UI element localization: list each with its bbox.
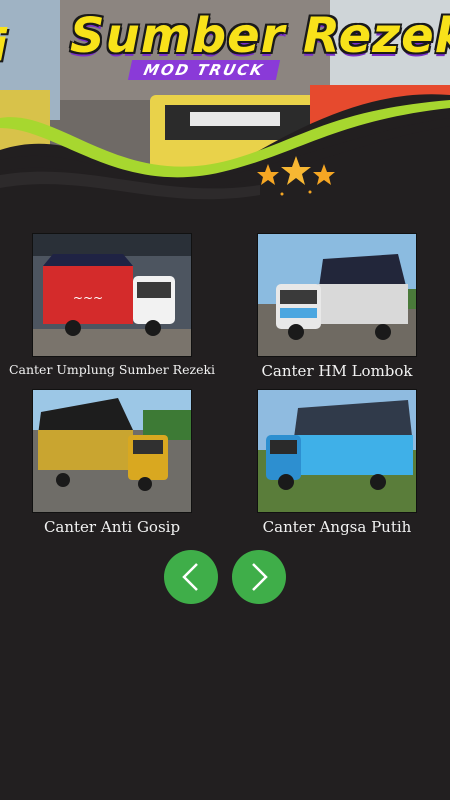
mod-label: Canter Umplung Sumber Rezeki <box>8 362 216 377</box>
mod-card-2[interactable]: Canter HM Lombok <box>225 233 449 380</box>
banner-subtitle: MOD TRUCK <box>127 60 281 80</box>
banner-title: Sumber Rezeki <box>70 8 450 64</box>
chevron-left-icon <box>182 563 198 591</box>
header-banner: i Sumber Rezeki MOD TRUCK <box>0 0 450 215</box>
mod-label: Canter Angsa Putih <box>262 518 412 536</box>
banner-left-logo: i <box>0 20 7 71</box>
svg-text:~~~: ~~~ <box>73 291 103 305</box>
truck-thumbnail-icon: ~~~ <box>32 233 192 357</box>
previous-button[interactable] <box>164 550 218 604</box>
chevron-right-icon <box>252 563 268 591</box>
next-button[interactable] <box>232 550 286 604</box>
mod-label: Canter HM Lombok <box>261 362 413 380</box>
mod-label: Canter Anti Gosip <box>43 518 181 536</box>
truck-thumbnail-icon <box>257 389 417 513</box>
truck-thumbnail-icon <box>257 233 417 357</box>
mod-card-1[interactable]: ~~~ Canter Umplung Sumber Rezeki <box>0 233 224 377</box>
truck-thumbnail-icon <box>32 389 192 513</box>
mod-card-4[interactable]: Canter Angsa Putih <box>225 389 449 536</box>
mod-card-3[interactable]: Canter Anti Gosip <box>0 389 224 536</box>
stars-icon <box>257 156 335 196</box>
